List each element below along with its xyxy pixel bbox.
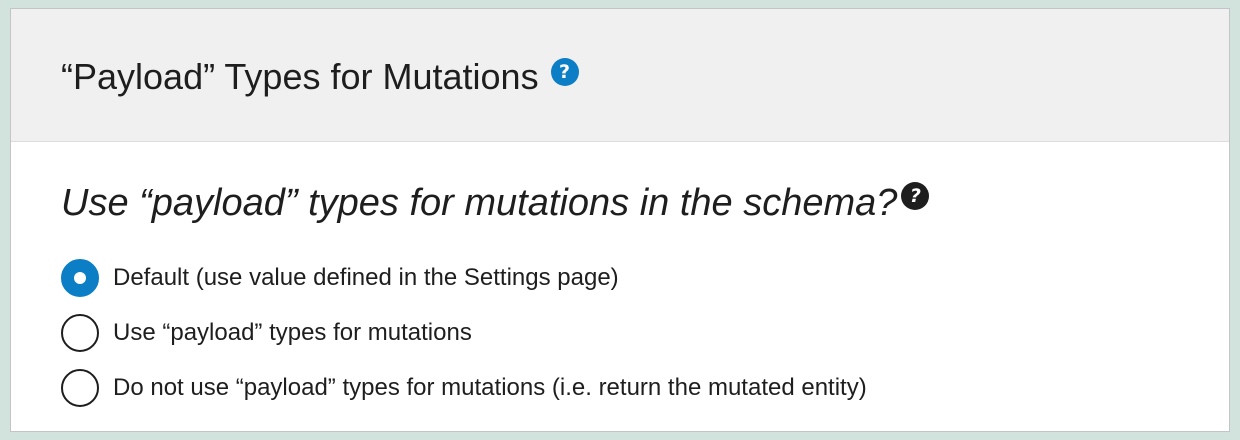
radio-option-label[interactable]: Use “payload” types for mutations xyxy=(113,319,472,347)
radio-button-use-payload[interactable] xyxy=(61,313,99,352)
radio-option-label[interactable]: Default (use value defined in the Settin… xyxy=(113,264,619,292)
help-circle-icon[interactable]: ? xyxy=(901,182,930,210)
settings-panel: “Payload” Types for Mutations ? Use “pay… xyxy=(10,8,1230,432)
panel-title: “Payload” Types for Mutations xyxy=(61,56,539,97)
radio-group: Default (use value defined in the Settin… xyxy=(61,250,867,415)
radio-option-use-payload[interactable]: Use “payload” types for mutations xyxy=(61,305,867,360)
setting-question: Use “payload” types for mutations in the… xyxy=(61,182,898,224)
help-circle-icon[interactable]: ? xyxy=(550,58,579,86)
radio-button-default[interactable] xyxy=(61,258,99,297)
setting-question-row: Use “payload” types for mutations in the… xyxy=(61,182,930,225)
panel-header: “Payload” Types for Mutations ? xyxy=(11,9,1229,142)
radio-option-do-not-use-payload[interactable]: Do not use “payload” types for mutations… xyxy=(61,360,867,415)
radio-option-default[interactable]: Default (use value defined in the Settin… xyxy=(61,250,867,305)
radio-option-label[interactable]: Do not use “payload” types for mutations… xyxy=(113,374,867,402)
panel-title-row: “Payload” Types for Mutations ? xyxy=(61,56,579,98)
panel-body: Use “payload” types for mutations in the… xyxy=(11,142,1229,432)
radio-button-do-not-use-payload[interactable] xyxy=(61,368,99,407)
